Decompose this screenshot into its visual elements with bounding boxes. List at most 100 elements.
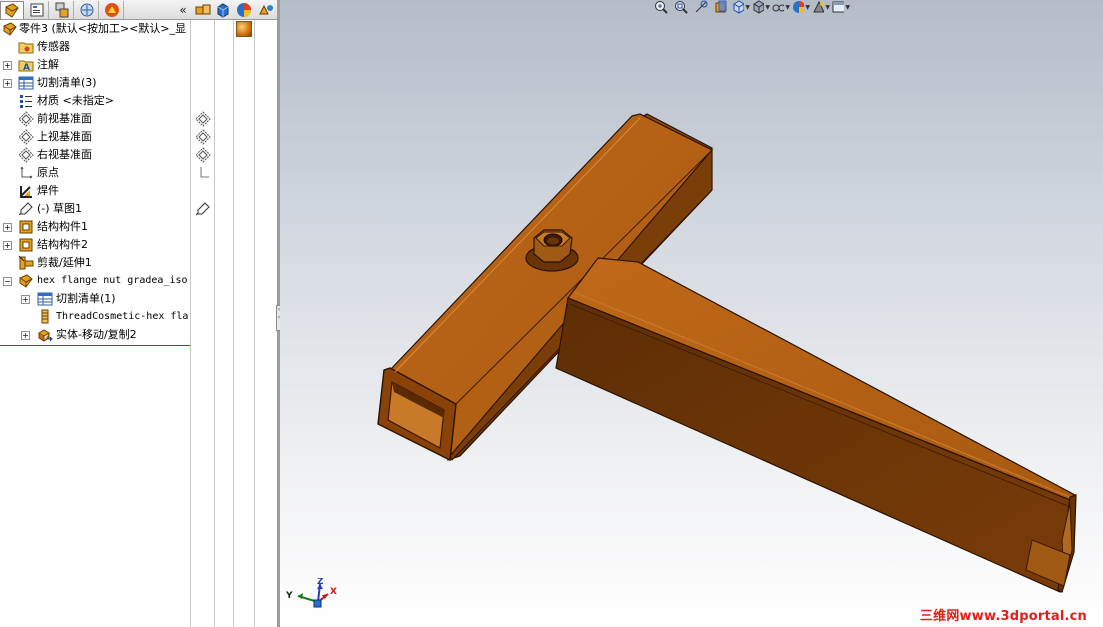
trim-extend-icon (18, 255, 34, 271)
appearance-cube-icon (217, 3, 229, 18)
sensors-folder-icon (18, 39, 34, 55)
tree-item-cut-list-sub[interactable]: + 切割清单(1) (0, 290, 190, 308)
expand-toggle[interactable]: + (3, 78, 12, 88)
plane-icon (18, 111, 34, 127)
mini-sketch-icon (194, 200, 212, 218)
mini-plane-icon (194, 128, 212, 146)
move-copy-body-icon (37, 327, 53, 343)
display-manager-tab[interactable] (100, 1, 124, 19)
configuration-manager-icon (55, 2, 68, 18)
tree-item-top-plane[interactable]: 上视基准面 (0, 128, 190, 146)
tree-item-label: ThreadCosmetic-hex fla (56, 311, 189, 322)
tree-item-cut-list[interactable]: + 切割清单(3) (0, 74, 190, 92)
tree-item-label: 焊件 (37, 184, 59, 197)
structural-member-icon (18, 237, 34, 253)
expand-toggle[interactable]: + (21, 330, 30, 340)
expand-toggle[interactable]: + (21, 294, 30, 304)
part-icon (18, 273, 34, 289)
tree-item-label: 前视基准面 (37, 112, 92, 125)
feature-tree: 零件3 (默认<按加工><默认>_显 传感器 + A 注解 + 切割清单(3) … (0, 20, 190, 346)
tree-item-structural-member2[interactable]: + 结构构件2 (0, 236, 190, 254)
decals-icon (259, 4, 273, 15)
tree-item-structural-member1[interactable]: + 结构构件1 (0, 218, 190, 236)
mini-origin-icon (194, 164, 212, 182)
triad-x-label: X (330, 587, 337, 597)
plane-icon (18, 147, 34, 163)
triad-y-label: Y (285, 591, 293, 601)
appearance-ball-tab[interactable] (234, 1, 254, 19)
feature-manager-icon (5, 2, 19, 18)
mini-plane-icon (194, 110, 212, 128)
expand-toggle[interactable]: + (3, 222, 12, 232)
tree-item-label: 剪裁/延伸1 (37, 256, 92, 269)
weldments-icon (18, 183, 34, 199)
tree-item-label: 传感器 (37, 40, 70, 53)
tree-item-origin[interactable]: 原点 (0, 164, 190, 182)
property-manager-icon (30, 3, 43, 17)
tree-item-label: hex flange nut gradea_iso (37, 275, 188, 286)
tree-item-weldments[interactable]: 焊件 (0, 182, 190, 200)
origin-icon (18, 165, 34, 181)
reference-triad: Y Z X (284, 577, 342, 614)
cosmetic-thread-icon (37, 309, 53, 325)
tree-item-front-plane[interactable]: 前视基准面 (0, 110, 190, 128)
tree-item-label: 结构构件2 (37, 238, 88, 251)
mini-plane-icon (194, 146, 212, 164)
cut-list-icon (37, 291, 53, 307)
annotations-icon: A (18, 57, 34, 73)
structural-member-icon (18, 219, 34, 235)
expand-toggle[interactable]: + (3, 60, 12, 70)
tree-item-cosmetic-thread[interactable]: ThreadCosmetic-hex fla (0, 308, 190, 326)
column-divider (254, 20, 255, 627)
panel-tab-bar: « (0, 0, 277, 20)
configuration-manager-tab[interactable] (50, 1, 74, 19)
tree-item-label: 切割清单(1) (56, 292, 116, 305)
tree-item-label: 右视基准面 (37, 148, 92, 161)
tree-item-label: 切割清单(3) (37, 76, 97, 89)
appearance-cube-tab[interactable] (213, 1, 233, 19)
triad-z-label: Z (317, 578, 324, 587)
tree-item-right-plane[interactable]: 右视基准面 (0, 146, 190, 164)
tree-item-trim-extend1[interactable]: 剪裁/延伸1 (0, 254, 190, 272)
column-divider (190, 20, 191, 627)
collapse-toggle[interactable]: − (3, 276, 12, 286)
feature-manager-panel: « 零件3 (默认<按加工><默认>_显 传感器 + A 注解 + 切割清单(3… (0, 0, 277, 627)
tree-root-part[interactable]: 零件3 (默认<按加工><默认>_显 (0, 20, 190, 38)
plane-icon (18, 129, 34, 145)
tree-item-label: (-) 草图1 (37, 202, 83, 215)
column-divider (233, 20, 234, 627)
display-manager-icon (104, 3, 119, 17)
property-manager-tab[interactable] (25, 1, 49, 19)
scene-tab[interactable] (193, 1, 213, 19)
watermark-text: 三维网www.3dportal.cn (919, 609, 1087, 624)
cut-list-icon (18, 75, 34, 91)
tree-item-material[interactable]: 材质 <未指定> (0, 92, 190, 110)
tree-item-move-copy-body2[interactable]: + 实体-移动/复制2 (0, 326, 190, 344)
scene-icon (195, 4, 211, 15)
tree-item-label: 实体-移动/复制2 (56, 328, 137, 341)
expand-toggle[interactable]: + (3, 240, 12, 250)
tree-item-label: 上视基准面 (37, 130, 92, 143)
dimxpert-icon (80, 3, 93, 17)
appearance-swatch[interactable] (236, 21, 252, 37)
tree-item-label: 注解 (37, 58, 59, 71)
tree-item-sensors[interactable]: 传感器 (0, 38, 190, 56)
part-icon (2, 21, 18, 37)
tree-item-label: 原点 (37, 166, 59, 179)
weldment-model[interactable] (280, 0, 1103, 627)
tree-item-hex-flange-nut[interactable]: − hex flange nut gradea_iso (0, 272, 190, 290)
tree-item-annotations[interactable]: + A 注解 (0, 56, 190, 74)
collapse-panel-button[interactable]: « (176, 1, 190, 19)
material-icon (18, 93, 34, 109)
tree-item-sketch1[interactable]: (-) 草图1 (0, 200, 190, 218)
appearance-ball-icon (237, 3, 251, 17)
feature-manager-tab[interactable] (0, 1, 24, 19)
graphics-viewport[interactable]: ▼ ▼ ▼ ▼ ▼ ▼ Y Z X 三维网www.3dportal.cn (280, 0, 1103, 627)
decals-tab[interactable] (256, 1, 276, 19)
tree-item-label: 材质 <未指定> (37, 94, 114, 107)
dimxpert-tab[interactable] (75, 1, 99, 19)
sketch-icon (18, 201, 34, 217)
svg-text:A: A (23, 63, 30, 73)
column-divider (214, 20, 215, 627)
long-tube[interactable] (555, 257, 1077, 593)
